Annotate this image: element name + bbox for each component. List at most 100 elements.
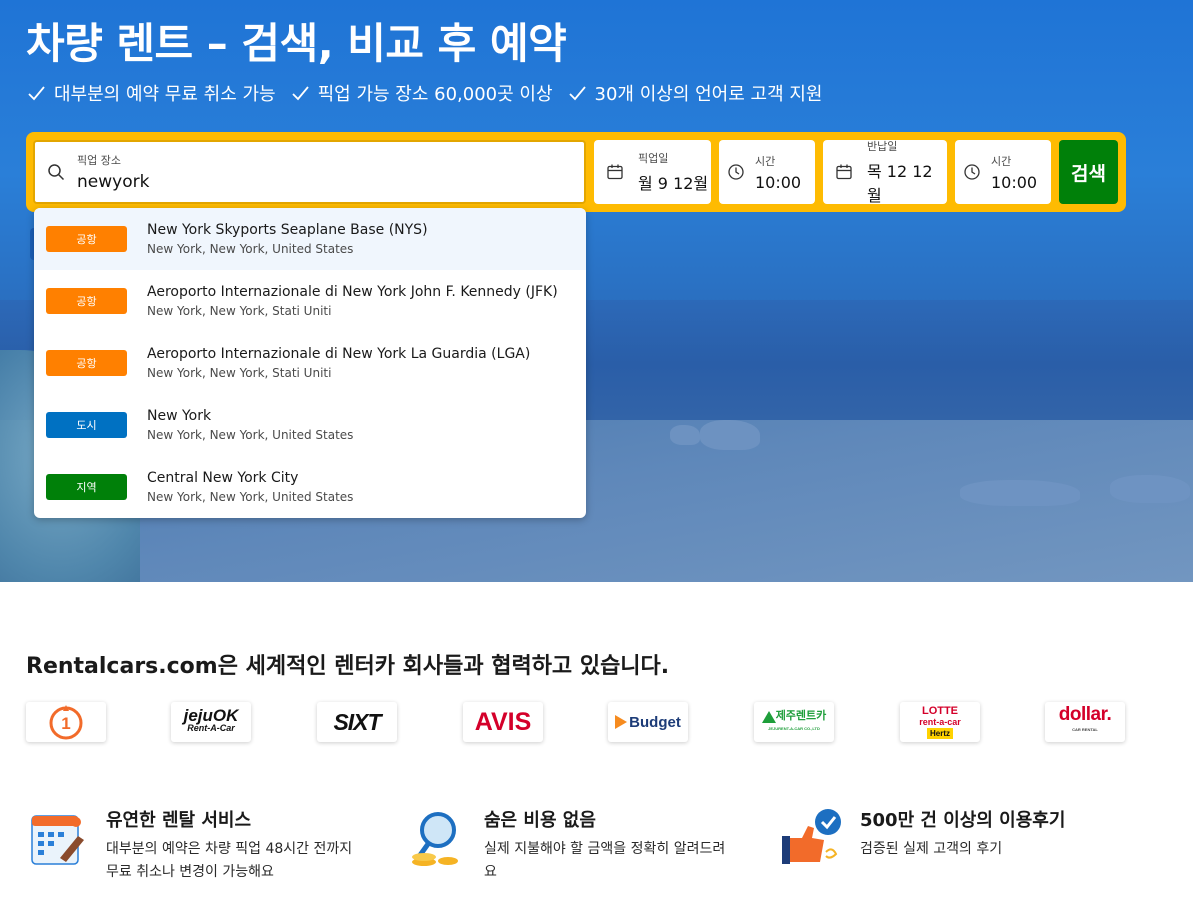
pickup-location-input[interactable]: 픽업 장소 newyork (33, 140, 586, 204)
budget-wordmark: Budget (629, 713, 681, 731)
suggestion-item[interactable]: 공항 New York Skyports Seaplane Base (NYS)… (34, 208, 586, 270)
pickup-location-value[interactable]: newyork (77, 172, 149, 192)
return-time-label: 시간 (991, 154, 1012, 168)
feature-flexible-rental: 유연한 렌탈 서비스 대부분의 예약은 차량 픽업 48시간 전까지 무료 취소… (26, 806, 352, 884)
partner-logo-jejurent: 제주렌트카 JEJURENT-A-CAR CO.,LTD (754, 702, 834, 742)
suggestion-item[interactable]: 공항 Aeroporto Internazionale di New York … (34, 332, 586, 394)
lotte-rentacar-text: rent-a-car (919, 716, 961, 727)
thumbs-up-check-icon (782, 809, 841, 864)
suggestion-location: New York, New York, United States (147, 490, 354, 504)
hero-banner: 차량 렌트 – 검색, 비교 후 예약 대부분의 예약 무료 취소 가능 픽업 … (0, 0, 1193, 582)
jejurent-mountain-icon (761, 710, 776, 723)
jejuok-wordmark: jejuOK (183, 706, 239, 725)
clock-icon (728, 164, 744, 180)
calendar-icon (836, 164, 852, 180)
suggestion-location: New York, New York, United States (147, 242, 354, 256)
lotte-wordmark: LOTTE (921, 704, 959, 717)
return-time-value: 10:00 (991, 172, 1038, 192)
feature-title: 유연한 렌탈 서비스 (106, 810, 252, 831)
return-date-field[interactable]: 반납일 목 12 12월 (823, 140, 947, 205)
suggestion-item[interactable]: 도시 New York New York, New York, United S… (34, 394, 586, 456)
partner-logo-lotte: LOTTE rent-a-car Hertz (900, 702, 980, 742)
calendar-icon (607, 164, 623, 180)
lotte-hertz-text: Hertz (926, 727, 953, 739)
suggestion-type-badge: 공항 (46, 350, 127, 376)
checkmark-icon (291, 86, 309, 101)
search-icon (48, 164, 65, 181)
suggestion-type-badge: 지역 (46, 474, 127, 500)
partner-logo-first-rentacar: 1 (26, 702, 106, 742)
calendar-edit-icon (31, 815, 84, 865)
partner-logo-sixt: SIXT (317, 702, 397, 742)
feature-description: 실제 지불해야 할 금액을 정확히 알려드려 요 (484, 838, 725, 884)
suggestion-location: New York, New York, Stati Uniti (147, 304, 332, 318)
feature-title: 숨은 비용 없음 (484, 810, 596, 831)
magnifier-coins-icon (412, 812, 458, 866)
first-rentacar-numeral: 1 (61, 714, 70, 733)
feature-title: 500만 건 이상의 이용후기 (860, 810, 1066, 831)
suggestion-item[interactable]: 공항 Aeroporto Internazionale di New York … (34, 270, 586, 332)
clock-icon (964, 164, 980, 180)
pickup-time-value: 10:00 (755, 172, 802, 192)
usp-text: 픽업 가능 장소 60,000곳 이상 (317, 84, 553, 105)
jejurent-wordmark: 제주렌트카 (775, 710, 827, 722)
usp-item: 픽업 가능 장소 60,000곳 이상 (290, 80, 553, 106)
dollar-wordmark: dollar. (1058, 704, 1112, 725)
partner-logo-avis: AVIS (463, 702, 543, 742)
hero-rock (960, 480, 1080, 506)
hero-rock (670, 425, 700, 445)
pickup-date-label: 픽업일 (638, 152, 669, 165)
feature-description: 대부분의 예약은 차량 픽업 48시간 전까지 무료 취소나 변경이 가능해요 (106, 838, 352, 884)
pickup-date-field[interactable]: 픽업일 월 9 12월 (594, 140, 711, 204)
checkmark-icon (568, 86, 586, 101)
pickup-time-label: 시간 (755, 154, 776, 168)
usp-item: 30개 이상의 언어로 고객 지원 (567, 80, 823, 106)
budget-flag-icon (615, 715, 628, 729)
partners-title: Rentalcars.com은 세계적인 렌터카 회사들과 협력하고 있습니다. (26, 654, 670, 679)
jejuok-subtitle: Rent-A-Car (187, 723, 235, 733)
feature-reviews: 500만 건 이상의 이용후기 검증된 실제 고객의 후기 (780, 806, 1065, 870)
dollar-subtitle: CAR RENTAL (1072, 727, 1098, 732)
pickup-date-value: 월 9 12월 (638, 174, 709, 193)
feature-description-line: 대부분의 예약은 차량 픽업 48시간 전까지 (106, 841, 353, 857)
suggestion-location: New York, New York, Stati Uniti (147, 366, 332, 380)
pickup-time-field[interactable]: 시간 10:00 (719, 140, 815, 204)
suggestion-type-badge: 공항 (46, 288, 127, 314)
sixt-wordmark: SIXT (333, 708, 381, 735)
suggestion-item[interactable]: 지역 Central New York City New York, New Y… (34, 456, 586, 518)
feature-description-line: 실제 지불해야 할 금액을 정확히 알려드려 (484, 841, 726, 857)
jejurent-subtitle: JEJURENT-A-CAR CO.,LTD (768, 725, 820, 731)
suggestion-type-badge: 공항 (46, 226, 127, 252)
first-rentacar-logo-icon: 1 (49, 705, 83, 740)
checkmark-icon (28, 86, 45, 101)
feature-description: 검증된 실제 고객의 후기 (860, 838, 1065, 861)
suggestion-name: New York (147, 408, 212, 424)
hero-rock (1110, 475, 1190, 503)
hero-rock (700, 420, 760, 450)
partner-logo-budget: Budget (608, 702, 688, 742)
pickup-location-label: 픽업 장소 (77, 154, 121, 167)
location-suggestions: 공항 New York Skyports Seaplane Base (NYS)… (34, 208, 586, 518)
feature-description-line: 무료 취소나 변경이 가능해요 (106, 864, 274, 880)
feature-no-hidden-fees: 숨은 비용 없음 실제 지불해야 할 금액을 정확히 알려드려 요 (404, 806, 725, 884)
suggestion-name: Aeroporto Internazionale di New York Joh… (147, 284, 558, 300)
return-date-label: 반납일 (867, 140, 898, 153)
suggestion-location: New York, New York, United States (147, 428, 354, 442)
usp-text: 대부분의 예약 무료 취소 가능 (54, 84, 276, 105)
return-date-value: 목 12 12월 (867, 162, 933, 205)
usp-item: 대부분의 예약 무료 취소 가능 (26, 80, 276, 106)
return-time-field[interactable]: 시간 10:00 (955, 140, 1051, 204)
feature-description-line: 요 (484, 864, 497, 880)
usp-text: 30개 이상의 언어로 고객 지원 (594, 84, 823, 105)
feature-description-line: 검증된 실제 고객의 후기 (860, 841, 1003, 857)
suggestion-name: Aeroporto Internazionale di New York La … (147, 346, 531, 362)
search-bar: 픽업 장소 newyork 픽업일 월 9 12월 시간 10:00 반납일 목… (26, 132, 1126, 212)
suggestion-type-badge: 도시 (46, 412, 127, 438)
suggestion-name: Central New York City (147, 470, 299, 486)
partner-logo-jejuok: jejuOK Rent-A-Car (171, 702, 251, 742)
avis-wordmark: AVIS (474, 707, 532, 736)
usp-list: 대부분의 예약 무료 취소 가능 픽업 가능 장소 60,000곳 이상 30개… (26, 80, 822, 106)
search-button[interactable]: 검색 (1059, 140, 1118, 204)
page-title: 차량 렌트 – 검색, 비교 후 예약 (26, 19, 567, 68)
partner-logo-dollar: dollar. CAR RENTAL (1045, 702, 1125, 742)
